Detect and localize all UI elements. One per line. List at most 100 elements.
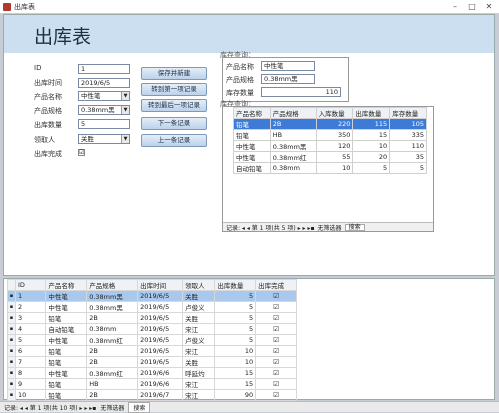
cell[interactable]: ☑ — [255, 290, 297, 302]
cell[interactable]: 5 — [214, 334, 257, 346]
cell[interactable]: 中性笔 — [233, 151, 271, 163]
cell[interactable]: 20 — [352, 151, 391, 163]
cell[interactable]: HB — [269, 129, 317, 141]
chevron-down-icon[interactable]: ▼ — [121, 92, 129, 100]
cell[interactable]: 350 — [315, 129, 354, 141]
cell[interactable]: 铅笔 — [45, 389, 88, 401]
cell[interactable]: ☑ — [255, 301, 297, 313]
cell[interactable]: 2019/6/7 — [137, 389, 184, 401]
cell[interactable]: 卢俊义 — [182, 301, 216, 313]
col-header[interactable]: 出库完成 — [255, 279, 297, 291]
cell[interactable]: ☑ — [255, 378, 297, 390]
cell[interactable]: 2019/6/5 — [137, 345, 184, 357]
cell[interactable]: 中性笔 — [45, 367, 88, 379]
cell[interactable]: ☑ — [255, 389, 297, 401]
chevron-down-icon[interactable]: ▼ — [121, 106, 129, 114]
maximize-icon[interactable]: □ — [464, 1, 480, 12]
row-selector-header[interactable] — [7, 279, 16, 291]
cell[interactable]: 中性笔 — [45, 290, 88, 302]
table-row[interactable]: ▪ 9 铅笔 HB 2019/6/6 宋江 15 ☑ — [7, 378, 297, 390]
cell[interactable]: 105 — [389, 118, 427, 130]
col-header[interactable]: 出库数量 — [214, 279, 257, 291]
col-header[interactable]: 出库数量 — [352, 107, 391, 119]
table-row[interactable]: 中性笔 0.38mm黑 120 10 110 — [233, 140, 427, 152]
table-row[interactable]: 铅笔 HB 350 15 335 — [233, 129, 427, 141]
cell[interactable]: ☑ — [255, 367, 297, 379]
col-header[interactable]: 出库时间 — [137, 279, 184, 291]
cell[interactable]: 7 — [14, 356, 47, 368]
col-header[interactable]: 入库数量 — [315, 107, 354, 119]
col-header[interactable]: 产品规格 — [269, 107, 317, 119]
close-icon[interactable]: ✕ — [481, 1, 497, 12]
cell[interactable]: 5 — [214, 301, 257, 313]
cell[interactable]: 0.38mm红 — [269, 151, 317, 163]
cell[interactable]: 90 — [214, 389, 257, 401]
cell[interactable]: 35 — [389, 151, 427, 163]
row-selector[interactable]: ▪ — [7, 301, 16, 313]
col-header[interactable]: 产品名称 — [233, 107, 271, 119]
prev-record-button[interactable]: 上一条记录 — [141, 134, 207, 147]
first-record-button[interactable]: 转到第一项记录 — [141, 83, 207, 96]
cell[interactable]: 15 — [214, 378, 257, 390]
cell[interactable]: 铅笔 — [233, 129, 271, 141]
cell[interactable]: 10 — [14, 389, 47, 401]
table-row[interactable]: 自动铅笔 0.38mm 10 5 5 — [233, 162, 427, 174]
cell[interactable]: ☑ — [255, 323, 297, 335]
next-record-button[interactable]: 下一条记录 — [141, 117, 207, 130]
cell[interactable]: 115 — [352, 118, 391, 130]
cell[interactable]: 关胜 — [182, 312, 216, 324]
receiver-select[interactable]: 关胜 ▼ — [78, 134, 130, 144]
cell[interactable]: 55 — [315, 151, 354, 163]
search-input[interactable]: 搜索 — [344, 223, 365, 231]
table-row[interactable]: ▪ 7 铅笔 2B 2019/6/5 关胜 10 ☑ — [7, 356, 297, 368]
table-row[interactable]: ▪ 10 铅笔 2B 2019/6/7 宋江 90 ☑ — [7, 389, 297, 401]
cell[interactable]: 关胜 — [182, 356, 216, 368]
table-row[interactable]: ▪ 5 中性笔 0.38mm红 2019/6/5 卢俊义 5 ☑ — [7, 334, 297, 346]
col-header[interactable]: 产品名称 — [45, 279, 88, 291]
row-selector[interactable]: ▪ — [7, 345, 16, 357]
cell[interactable]: 自动铅笔 — [233, 162, 271, 174]
cell[interactable]: 铅笔 — [45, 378, 88, 390]
cell[interactable]: 宋江 — [182, 323, 216, 335]
col-header[interactable]: 库存数量 — [389, 107, 427, 119]
last-record-button[interactable]: 转到最后一项记录 — [141, 99, 207, 112]
cell[interactable]: 2019/6/5 — [137, 334, 184, 346]
time-field[interactable]: 2019/6/5 — [78, 78, 130, 88]
table-row[interactable]: ▪ 2 中性笔 0.38mm黑 2019/6/5 卢俊义 5 ☑ — [7, 301, 297, 313]
cell[interactable]: 2B — [86, 312, 139, 324]
cell[interactable]: 2019/6/5 — [137, 312, 184, 324]
row-selector[interactable]: ▪ — [7, 389, 16, 401]
done-checkbox[interactable]: ☑ — [78, 149, 85, 156]
cell[interactable]: 9 — [14, 378, 47, 390]
cell[interactable]: 0.38mm红 — [86, 367, 139, 379]
stock-name-field[interactable]: 中性笔 — [261, 61, 315, 71]
record-navigator[interactable]: 记录: ◂ ◂ 第 1 项(共 5 项) ▸ ▸ ▸▪ — [226, 223, 315, 232]
cell[interactable]: 335 — [389, 129, 427, 141]
cell[interactable]: 宋江 — [182, 389, 216, 401]
cell[interactable]: 5 — [214, 290, 257, 302]
row-selector[interactable]: ▪ — [7, 312, 16, 324]
table-row[interactable]: 铅笔 2B 220 115 105 — [233, 118, 427, 130]
cell[interactable]: 铅笔 — [45, 312, 88, 324]
cell[interactable]: 5 — [214, 323, 257, 335]
cell[interactable]: 2 — [14, 301, 47, 313]
cell[interactable]: 15 — [352, 129, 391, 141]
stock-qty-field[interactable]: 110 — [261, 87, 341, 97]
cell[interactable]: 0.38mm黑 — [86, 301, 139, 313]
cell[interactable]: 1 — [14, 290, 47, 302]
cell[interactable]: ☑ — [255, 334, 297, 346]
minimize-icon[interactable]: – — [447, 1, 463, 12]
cell[interactable]: 2B — [86, 389, 139, 401]
cell[interactable]: 2019/6/5 — [137, 323, 184, 335]
cell[interactable]: 中性笔 — [45, 334, 88, 346]
row-selector[interactable]: ▪ — [7, 323, 16, 335]
stock-spec-field[interactable]: 0.38mm黑 — [261, 74, 315, 84]
cell[interactable]: 铅笔 — [233, 118, 271, 130]
cell[interactable]: 5 — [214, 312, 257, 324]
cell[interactable]: ☑ — [255, 312, 297, 324]
cell[interactable]: 中性笔 — [233, 140, 271, 152]
record-navigator[interactable]: 记录: ◂ ◂ 第 1 项(共 10 项) ▸ ▸ ▸▪ — [4, 403, 96, 412]
cell[interactable]: 2019/6/6 — [137, 367, 184, 379]
table-row[interactable]: ▪ 8 中性笔 0.38mm红 2019/6/6 呼延灼 15 ☑ — [7, 367, 297, 379]
cell[interactable]: 0.38mm黑 — [86, 290, 139, 302]
